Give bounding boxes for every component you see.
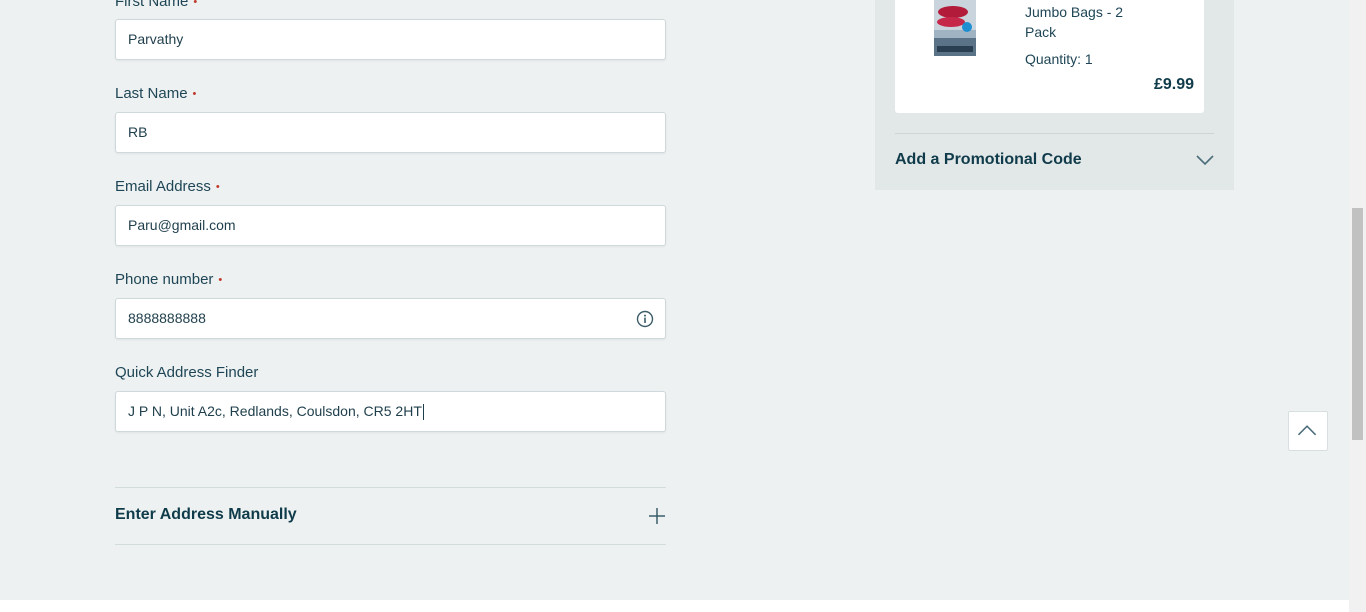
address-finder-field: Quick Address Finder J P N, Unit A2c, Re… — [115, 363, 666, 432]
last-name-input[interactable]: RB — [115, 112, 666, 153]
info-icon[interactable] — [636, 310, 654, 328]
required-indicator: • — [193, 0, 198, 8]
chevron-down-icon[interactable] — [1195, 153, 1215, 167]
product-image — [934, 0, 976, 56]
product-price: £9.99 — [1153, 76, 1194, 93]
last-name-label: Last Name • — [115, 85, 197, 102]
phone-label: Phone number • — [115, 271, 223, 288]
first-name-label: First Name • — [115, 0, 666, 12]
divider — [115, 544, 666, 545]
required-indicator: • — [218, 274, 223, 286]
required-indicator: • — [215, 181, 220, 193]
promo-code-toggle[interactable]: Add a Promotional Code — [895, 151, 1082, 169]
first-name-field: First Name • Parvathy — [115, 0, 666, 60]
product-quantity: Quantity: 1 — [1025, 51, 1093, 67]
enter-address-manually-toggle[interactable]: Enter Address Manually — [115, 488, 666, 544]
divider — [895, 133, 1214, 134]
enter-address-manually-label: Enter Address Manually — [115, 506, 297, 523]
product-name: Jumbo Bags - 2 Pack — [1025, 4, 1124, 40]
page-footer-edge — [0, 600, 1349, 612]
chevron-up-icon — [1297, 425, 1317, 436]
email-input[interactable]: Paru@gmail.com — [115, 205, 666, 246]
phone-input[interactable]: 8888888888 — [115, 298, 666, 339]
address-finder-label: Quick Address Finder — [115, 364, 259, 381]
scroll-to-top-button[interactable] — [1288, 411, 1328, 451]
last-name-field: Last Name • RB — [115, 84, 666, 153]
text-caret — [422, 404, 424, 421]
order-summary-panel: Jumbo Bags - 2 Pack Quantity: 1 £9.99 Ad… — [875, 0, 1234, 190]
phone-field: Phone number • 8888888888 — [115, 270, 666, 339]
required-indicator: • — [192, 88, 197, 100]
email-label: Email Address • — [115, 178, 220, 195]
first-name-input[interactable]: Parvathy — [115, 19, 666, 60]
address-finder-input[interactable]: J P N, Unit A2c, Redlands, Coulsdon, CR5… — [115, 391, 666, 432]
product-card: Jumbo Bags - 2 Pack Quantity: 1 £9.99 — [895, 0, 1204, 113]
scrollbar-thumb[interactable] — [1352, 208, 1363, 440]
email-field: Email Address • Paru@gmail.com — [115, 177, 666, 246]
plus-icon[interactable] — [648, 507, 666, 525]
